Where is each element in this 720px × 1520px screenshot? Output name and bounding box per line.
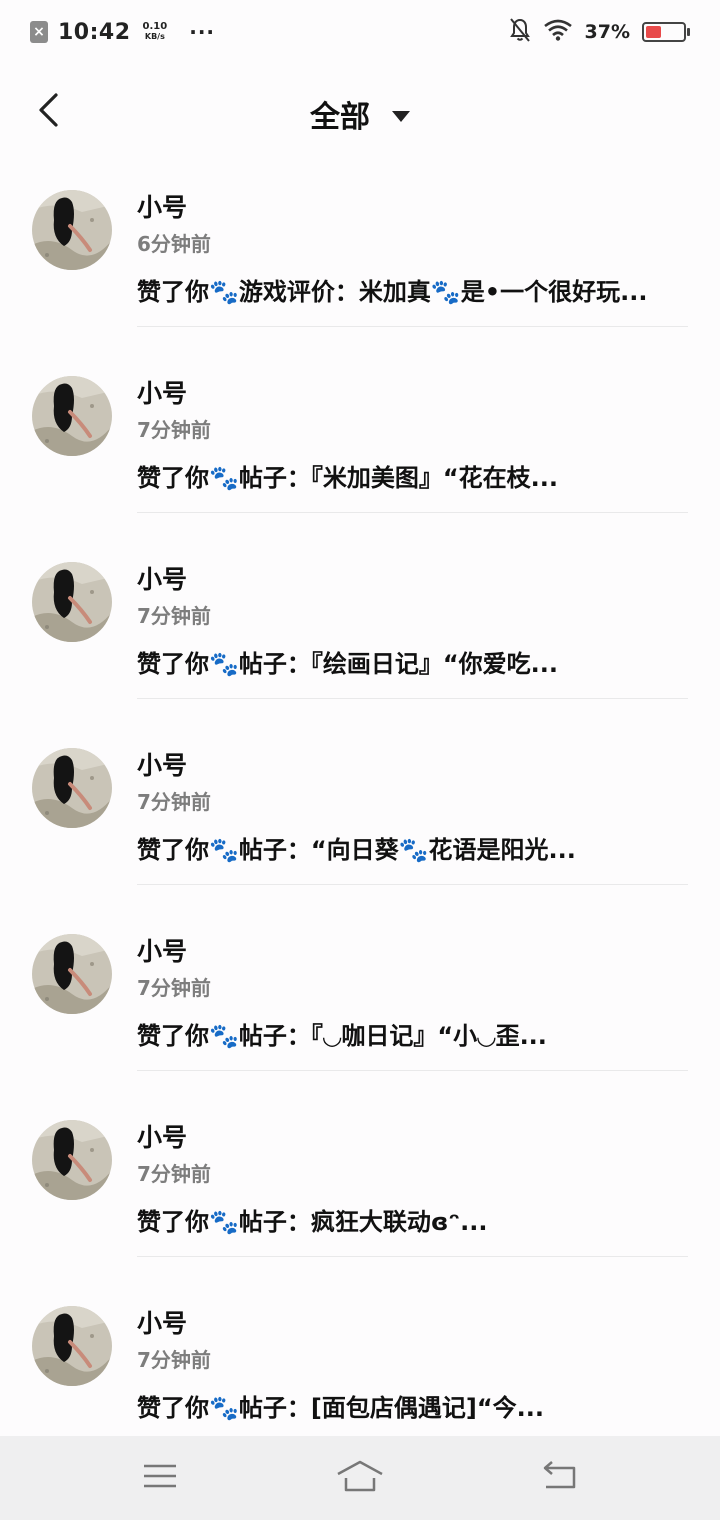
system-nav-bar [0,1436,720,1520]
avatar[interactable] [32,934,112,1014]
item-username[interactable]: 小号 [137,1304,187,1340]
item-username[interactable]: 小号 [137,932,187,968]
item-content[interactable]: 赞了你🐾游戏评价：米加真🐾是•一个很好玩... [137,272,689,307]
divider [137,1256,688,1257]
item-username[interactable]: 小号 [137,188,187,224]
avatar[interactable] [32,376,112,456]
return-icon [541,1460,579,1496]
item-username[interactable]: 小号 [137,746,187,782]
avatar[interactable] [32,1120,112,1200]
item-timestamp: 7分钟前 [137,790,211,814]
home-button[interactable] [330,1453,390,1503]
page-title: 全部 [310,100,370,135]
notification-list: 小号 6分钟前 赞了你🐾游戏评价：米加真🐾是•一个很好玩... 小号 7分钟前 … [0,186,720,1488]
item-timestamp: 7分钟前 [137,604,211,628]
screen: × 10:42 0.10 KB/s ··· 37% 全部 小号 6分钟前 赞了你… [0,0,720,1520]
divider [137,1070,688,1071]
item-content[interactable]: 赞了你🐾帖子：“向日葵🐾花语是阳光... [137,830,689,865]
list-item[interactable]: 小号 6分钟前 赞了你🐾游戏评价：米加真🐾是•一个很好玩... [0,186,720,372]
item-username[interactable]: 小号 [137,1118,187,1154]
filter-dropdown[interactable]: 全部 [0,90,720,138]
avatar[interactable] [32,748,112,828]
home-icon [335,1458,385,1498]
item-timestamp: 7分钟前 [137,418,211,442]
wifi-icon [543,19,573,45]
item-content[interactable]: 赞了你🐾帖子：[面包店偶遇记]“今... [137,1388,689,1423]
network-speed: 0.10 KB/s [143,22,168,42]
item-timestamp: 7分钟前 [137,1348,211,1372]
bell-muted-icon [509,17,531,47]
list-item[interactable]: 小号 7分钟前 赞了你🐾帖子：『米加美图』“花在枝... [0,372,720,558]
item-timestamp: 6分钟前 [137,232,211,256]
network-speed-unit: KB/s [144,32,165,41]
more-dots-icon: ··· [189,20,216,44]
item-content[interactable]: 赞了你🐾帖子：『米加美图』“花在枝... [137,458,689,493]
menu-button[interactable] [130,1453,190,1503]
list-item[interactable]: 小号 7分钟前 赞了你🐾帖子：『◡咖日记』“小◡歪... [0,930,720,1116]
return-button[interactable] [530,1453,590,1503]
network-speed-value: 0.10 [142,21,168,32]
divider [137,326,688,327]
list-item[interactable]: 小号 7分钟前 赞了你🐾帖子：“向日葵🐾花语是阳光... [0,744,720,930]
item-content[interactable]: 赞了你🐾帖子：疯狂大联动ɞᵔ... [137,1202,689,1237]
caret-down-icon [392,110,410,122]
item-username[interactable]: 小号 [137,560,187,596]
divider [137,698,688,699]
battery-fill [646,26,661,38]
item-username[interactable]: 小号 [137,374,187,410]
item-timestamp: 7分钟前 [137,976,211,1000]
menu-icon [142,1462,178,1494]
divider [137,884,688,885]
list-item[interactable]: 小号 7分钟前 赞了你🐾帖子：疯狂大联动ɞᵔ... [0,1116,720,1302]
item-timestamp: 7分钟前 [137,1162,211,1186]
battery-percent: 37% [584,21,630,43]
header: 全部 [0,72,720,152]
status-time: 10:42 [58,19,131,45]
notification-icon: × [30,21,48,43]
divider [137,512,688,513]
avatar[interactable] [32,190,112,270]
list-item[interactable]: 小号 7分钟前 赞了你🐾帖子：『绘画日记』“你爱吃... [0,558,720,744]
item-content[interactable]: 赞了你🐾帖子：『◡咖日记』“小◡歪... [137,1016,689,1051]
avatar[interactable] [32,1306,112,1386]
status-right: 37% [509,17,690,47]
status-left: × 10:42 0.10 KB/s ··· [30,20,215,45]
status-bar: × 10:42 0.10 KB/s ··· 37% [0,0,720,64]
item-content[interactable]: 赞了你🐾帖子：『绘画日记』“你爱吃... [137,644,689,679]
avatar[interactable] [32,562,112,642]
battery-icon [642,22,690,42]
